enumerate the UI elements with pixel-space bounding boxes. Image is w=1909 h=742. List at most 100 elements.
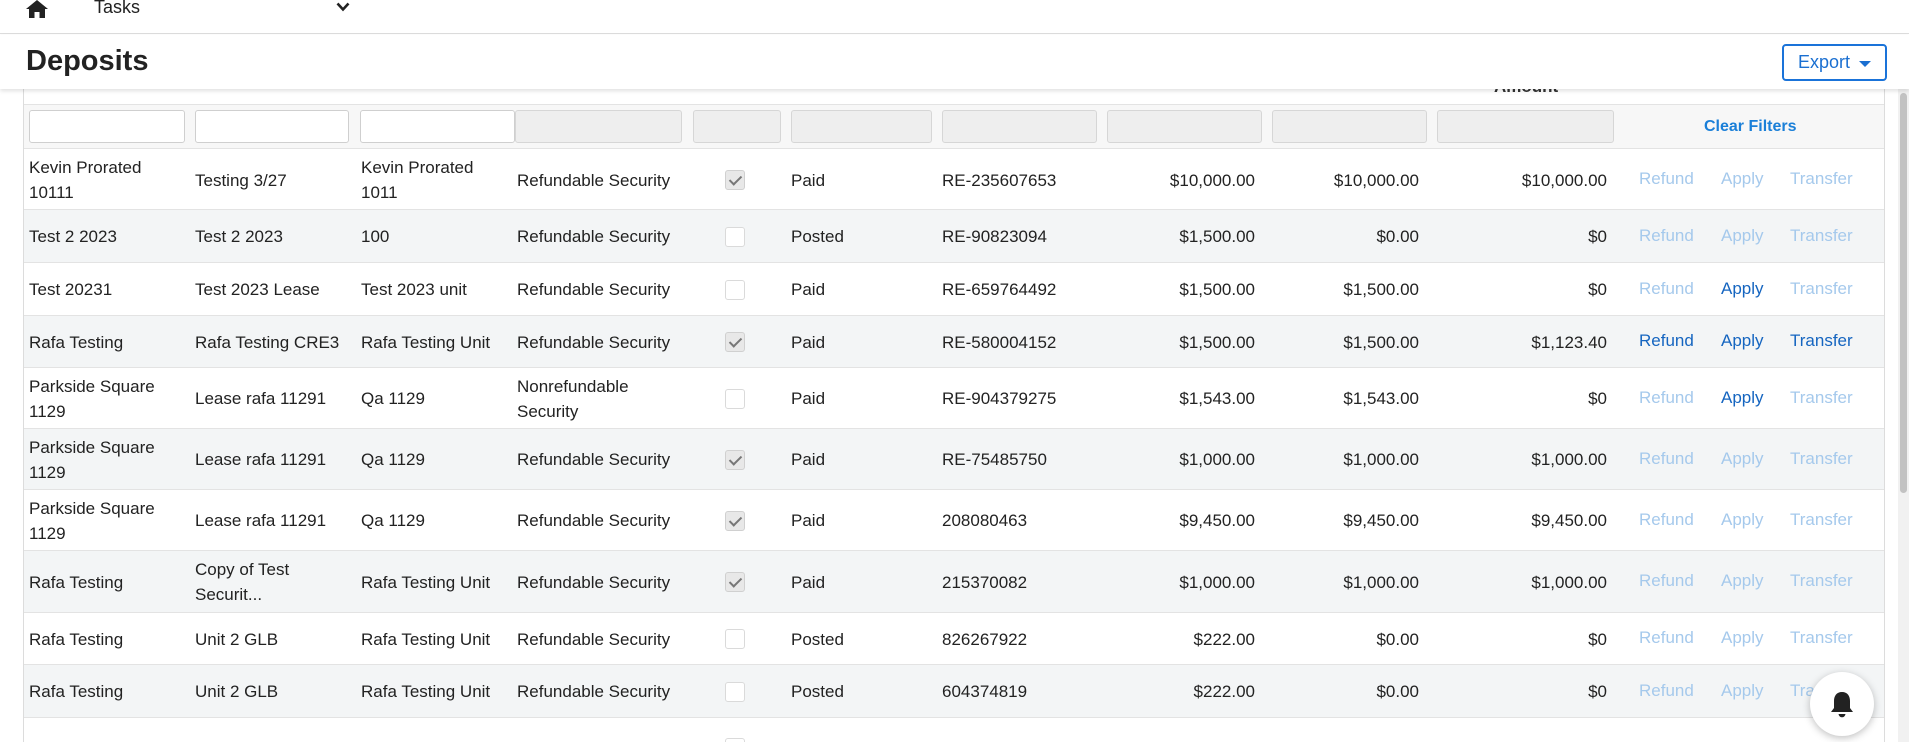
apply-link[interactable]: Apply <box>1721 571 1764 591</box>
filter-lease-input[interactable] <box>195 110 349 143</box>
cell-available: $1,000.00 <box>1531 450 1607 469</box>
cell-status: Paid <box>791 280 826 299</box>
transfer-link[interactable]: Transfer <box>1790 226 1853 246</box>
cell-type: Refundable Security <box>517 330 687 355</box>
refund-link[interactable]: Refund <box>1639 571 1694 591</box>
deposit-checkbox[interactable] <box>725 227 745 247</box>
cell-lease: Lease rafa 11291 <box>195 386 350 411</box>
cell-unit-line: Rafa Testing Unit <box>361 682 491 701</box>
deposit-checkbox[interactable] <box>725 389 745 409</box>
clear-filters-link[interactable]: Clear Filters <box>1704 118 1796 136</box>
scrollbar-thumb[interactable] <box>1900 93 1907 493</box>
export-button[interactable]: Export <box>1782 44 1887 81</box>
cell-available: $0 <box>1588 227 1607 246</box>
cell-amount: $10,000.00 <box>1169 171 1255 190</box>
vertical-scrollbar[interactable] <box>1898 89 1909 742</box>
table-row: Rafa Testing Copy of Test Securit... Rafa T… <box>24 551 1884 613</box>
transfer-link[interactable]: Transfer <box>1790 510 1853 530</box>
filter-unit-input[interactable] <box>360 110 515 143</box>
cell-unit: 100 <box>361 224 511 249</box>
apply-link[interactable]: Apply <box>1721 388 1764 408</box>
cell-unit: Qa 1129 <box>361 447 511 472</box>
cell-property-line: Rafa Testing <box>29 630 124 649</box>
deposit-checkbox[interactable] <box>725 170 745 190</box>
cell-type-line: Nonrefundable <box>517 736 687 742</box>
cell-paid: $0.00 <box>1376 227 1419 246</box>
apply-link[interactable]: Apply <box>1721 628 1764 648</box>
home-icon[interactable] <box>26 0 48 18</box>
filter-property-input[interactable] <box>29 110 185 143</box>
cell-type: Nonrefundable Security <box>517 374 687 424</box>
deposit-checkbox[interactable] <box>725 572 745 592</box>
deposit-checkbox[interactable] <box>725 332 745 352</box>
deposits-table: Clear Filters Kevin Prorated 10111 Testing… <box>23 89 1885 742</box>
transfer-link[interactable]: Transfer <box>1790 331 1853 351</box>
cell-type: Refundable Security <box>517 168 687 193</box>
deposit-checkbox[interactable] <box>725 629 745 649</box>
cell-unit: Kevin Prorated 1011 <box>361 155 511 205</box>
cell-status: Paid <box>791 573 826 592</box>
cell-property: Rafa Testing <box>29 330 179 355</box>
cell-amount: $1,000.00 <box>1179 573 1255 592</box>
cell-amount: $1,543.00 <box>1179 389 1255 408</box>
transfer-link[interactable]: Transfer <box>1790 388 1853 408</box>
deposit-checkbox[interactable] <box>725 450 745 470</box>
transfer-link[interactable]: Transfer <box>1790 628 1853 648</box>
cell-paid: $0.00 <box>1376 630 1419 649</box>
cell-lease-line: Lease rafa 11291 <box>195 511 327 530</box>
apply-link[interactable]: Apply <box>1721 510 1764 530</box>
apply-link[interactable]: Apply <box>1721 681 1764 701</box>
refund-link[interactable]: Refund <box>1639 331 1694 351</box>
caret-down-icon <box>1859 61 1871 67</box>
table-row: Nonrefundable <box>24 718 1884 742</box>
cell-unit: Rafa Testing Unit <box>361 330 511 355</box>
cell-property: Test 2 2023 <box>29 224 179 249</box>
cell-paid: $0.00 <box>1376 682 1419 701</box>
refund-link[interactable]: Refund <box>1639 169 1694 189</box>
tasks-dropdown[interactable]: Tasks <box>94 0 354 21</box>
apply-link[interactable]: Apply <box>1721 279 1764 299</box>
cell-status: Paid <box>791 171 826 190</box>
refund-link[interactable]: Refund <box>1639 681 1694 701</box>
table-row: Rafa Testing Rafa Testing CRE3 Rafa Testin… <box>24 316 1884 368</box>
cell-status: Paid <box>791 450 826 469</box>
cell-unit-line: Test 2023 unit <box>361 280 467 299</box>
cell-amount: $222.00 <box>1193 630 1255 649</box>
cell-available: $0 <box>1588 682 1607 701</box>
deposit-checkbox[interactable] <box>725 511 745 531</box>
cell-type: Refundable Security <box>517 508 687 533</box>
refund-link[interactable]: Refund <box>1639 628 1694 648</box>
refund-link[interactable]: Refund <box>1639 388 1694 408</box>
cell-reference: RE-659764492 <box>942 280 1057 299</box>
cell-lease: Testing 3/27 <box>195 168 350 193</box>
deposit-checkbox[interactable] <box>725 738 745 742</box>
cell-lease: Unit 2 GLB <box>195 679 350 704</box>
cell-paid: $1,500.00 <box>1343 333 1419 352</box>
cell-unit-line: 100 <box>361 227 390 246</box>
refund-link[interactable]: Refund <box>1639 279 1694 299</box>
deposit-checkbox[interactable] <box>725 682 745 702</box>
cell-unit-line: Rafa Testing Unit <box>361 630 491 649</box>
cell-status: Posted <box>791 682 844 701</box>
refund-link[interactable]: Refund <box>1639 510 1694 530</box>
transfer-link[interactable]: Transfer <box>1790 449 1853 469</box>
apply-link[interactable]: Apply <box>1721 169 1764 189</box>
filter-type-input <box>515 110 682 143</box>
cell-property-line: 1129 <box>29 402 66 421</box>
refund-link[interactable]: Refund <box>1639 226 1694 246</box>
transfer-link[interactable]: Transfer <box>1790 571 1853 591</box>
apply-link[interactable]: Apply <box>1721 226 1764 246</box>
cell-unit: Qa 1129 <box>361 386 511 411</box>
table-row: Test 2 2023 Test 2 2023 100 Refundable Secu… <box>24 210 1884 263</box>
cell-lease-line: Unit 2 GLB <box>195 630 279 649</box>
cell-type-line: Refundable Security <box>517 511 671 530</box>
transfer-link[interactable]: Transfer <box>1790 169 1853 189</box>
apply-link[interactable]: Apply <box>1721 449 1764 469</box>
notifications-button[interactable] <box>1810 672 1874 736</box>
cell-property-line: Kevin Prorated <box>29 158 142 177</box>
deposit-checkbox[interactable] <box>725 280 745 300</box>
refund-link[interactable]: Refund <box>1639 449 1694 469</box>
transfer-link[interactable]: Transfer <box>1790 279 1853 299</box>
apply-link[interactable]: Apply <box>1721 331 1764 351</box>
cell-available: $0 <box>1588 389 1607 408</box>
